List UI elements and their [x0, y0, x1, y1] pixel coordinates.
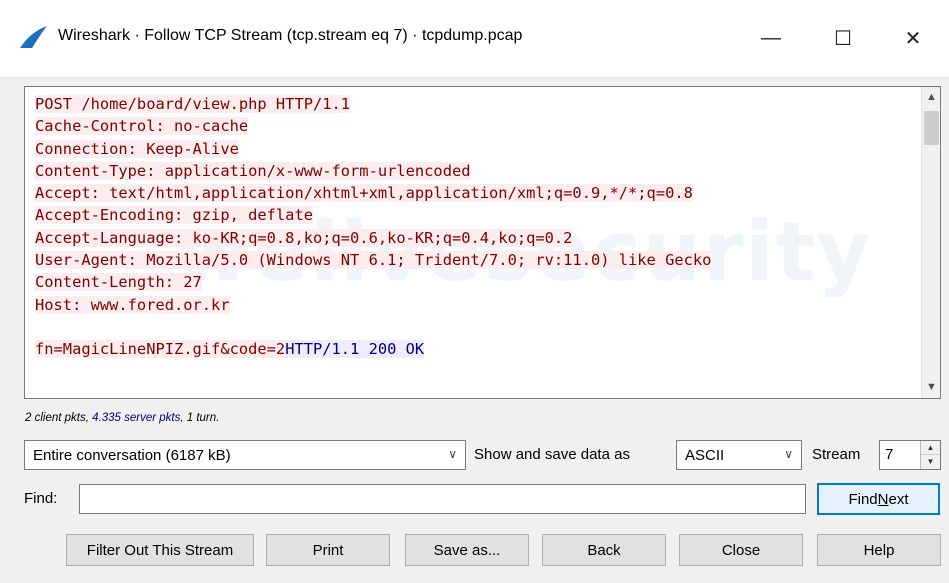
turns-text: , 1 turn. [180, 412, 220, 424]
wireshark-fin-icon [20, 26, 47, 48]
chevron-down-icon: ∨ [784, 447, 793, 461]
stream-content-area[interactable]: welivesecurity POST /home/board/view.php… [24, 86, 941, 399]
server-pkts-text: 4.335 server pkts [92, 412, 181, 424]
save-as-button[interactable]: Save as... [405, 534, 529, 566]
find-row: Find: Find Next [0, 483, 949, 515]
stream-line: Host: www.fored.or.kr [35, 294, 711, 316]
scroll-up-arrow-icon[interactable]: ▲ [922, 91, 940, 103]
close-button[interactable]: Close [679, 534, 803, 566]
client-text: POST /home/board/view.php HTTP/1.1 [35, 95, 351, 113]
find-next-mnemonic: N [877, 490, 889, 508]
vertical-scrollbar[interactable]: ▲ ▼ [921, 87, 940, 398]
find-next-prefix: Find [848, 490, 878, 508]
stream-lines: POST /home/board/view.php HTTP/1.1 Cache-… [35, 93, 712, 361]
format-select[interactable]: ASCII ∨ [676, 440, 802, 470]
stream-spinbox-value: 7 [885, 446, 894, 463]
stream-line [35, 316, 711, 338]
find-label: Find: [24, 490, 58, 507]
client-text: Accept-Language: ko-KR;q=0.8,ko;q=0.6,ko… [35, 228, 573, 247]
stream-line: Accept-Language: ko-KR;q=0.8,ko;q=0.6,ko… [35, 227, 711, 249]
client-text: Connection: Keep-Alive [35, 139, 239, 158]
spinbox-buttons: ▲ ▼ [920, 441, 940, 469]
client-text: Host: www.fored.or.kr [35, 295, 230, 314]
client-text: User-Agent: Mozilla/5.0 (Windows NT 6.1;… [35, 251, 712, 270]
stream-line: Content-Type: application/x-www-form-url… [35, 160, 711, 182]
stream-line: Cache-Control: no-cache [35, 115, 711, 137]
back-button[interactable]: Back [542, 534, 666, 566]
stream-line: User-Agent: Mozilla/5.0 (Windows NT 6.1;… [35, 249, 712, 271]
format-select-value: ASCII [685, 446, 725, 464]
client-text: Accept-Encoding: gzip, deflate [35, 206, 313, 225]
find-next-button[interactable]: Find Next [817, 483, 940, 515]
controls-row: Entire conversation (6187 kB) ∨ Show and… [0, 440, 949, 470]
scroll-thumb[interactable] [924, 111, 939, 145]
conversation-select-value: Entire conversation (6187 kB) [33, 446, 231, 464]
stream-label: Stream [812, 446, 861, 463]
show-save-label: Show and save data as [474, 446, 630, 463]
filter-out-button[interactable]: Filter Out This Stream [66, 534, 254, 566]
close-window-button[interactable]: ✕ [890, 18, 936, 58]
stream-spinbox[interactable]: 7 ▲ ▼ [879, 440, 941, 470]
spin-down-icon[interactable]: ▼ [921, 455, 940, 469]
find-next-suffix: ext [888, 490, 909, 508]
client-text: Content-Type: application/x-www-form-url… [35, 161, 471, 180]
chevron-down-icon: ∨ [448, 447, 457, 461]
stream-line: fn=MagicLineNPIZ.gif&code=2HTTP/1.1 200 … [35, 338, 711, 360]
stream-line: Content-Length: 27 [35, 271, 711, 293]
client-text: fn=MagicLineNPIZ.gif&code=2 [35, 340, 286, 359]
client-text: Accept: text/html,application/xhtml+xml,… [35, 184, 693, 203]
spin-up-icon[interactable]: ▲ [921, 441, 940, 455]
client-text: Cache-Control: no-cache [35, 117, 249, 136]
scroll-down-arrow-icon[interactable]: ▼ [922, 381, 940, 393]
packet-stats: 2 client pkts, 4.335 server pkts, 1 turn… [25, 412, 219, 424]
conversation-select[interactable]: Entire conversation (6187 kB) ∨ [24, 440, 466, 470]
find-input[interactable] [79, 484, 806, 514]
stream-line: POST /home/board/view.php HTTP/1.1 [35, 93, 711, 115]
maximize-button[interactable]: ☐ [820, 18, 866, 58]
client-text: Content-Length: 27 [35, 273, 202, 292]
stream-line: Connection: Keep-Alive [35, 138, 711, 160]
stream-line: Accept: text/html,application/xhtml+xml,… [35, 182, 711, 204]
title-bar[interactable]: Wireshark · Follow TCP Stream (tcp.strea… [0, 0, 949, 78]
print-button[interactable]: Print [266, 534, 390, 566]
client-pkts-text: 2 client pkts, [25, 412, 93, 424]
minimize-button[interactable]: — [748, 18, 794, 58]
button-row: Filter Out This Stream Print Save as... … [0, 534, 949, 568]
stream-line: Accept-Encoding: gzip, deflate [35, 204, 711, 226]
help-button[interactable]: Help [817, 534, 941, 566]
server-text: HTTP/1.1 200 OK [285, 340, 425, 359]
window-title: Wireshark · Follow TCP Stream (tcp.strea… [58, 27, 523, 44]
